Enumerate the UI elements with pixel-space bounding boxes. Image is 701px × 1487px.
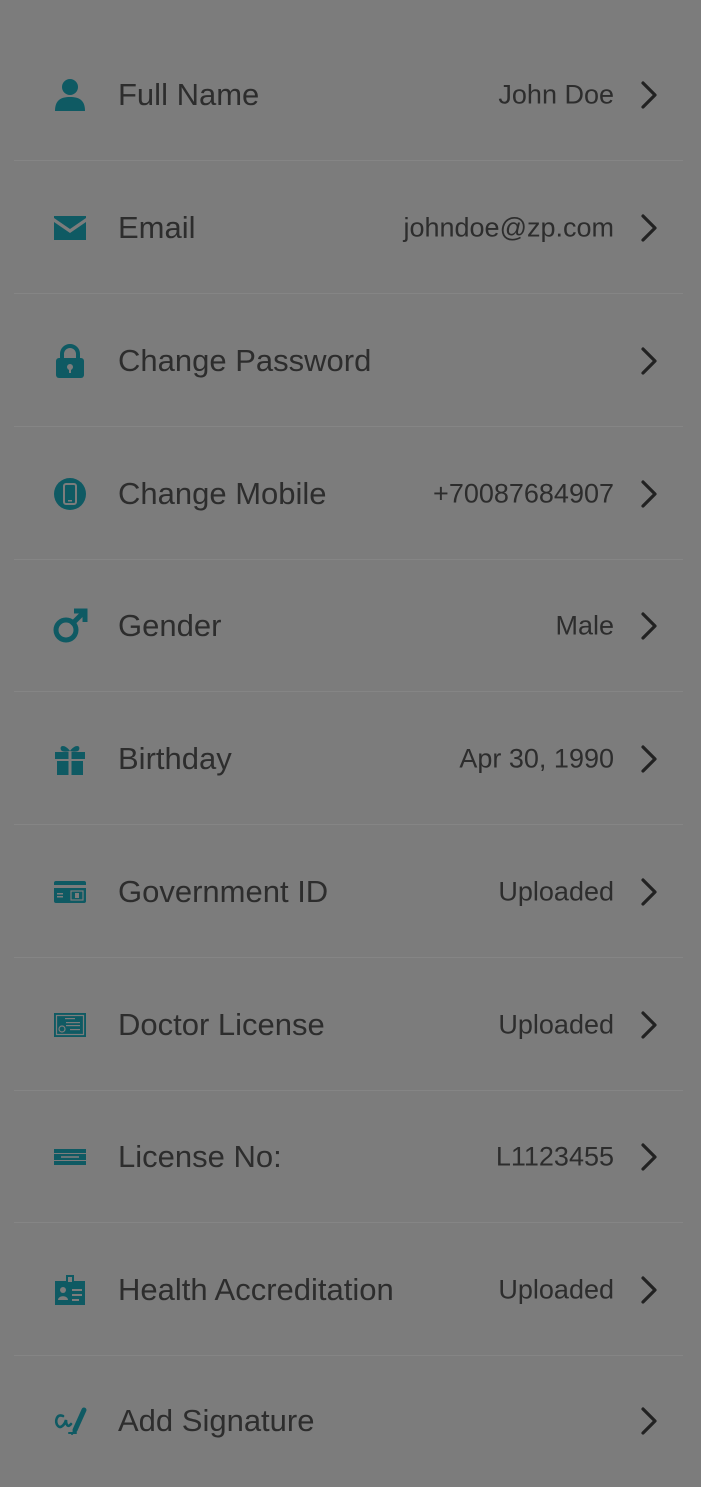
row-value: L1123455 bbox=[495, 1141, 614, 1172]
mobile-icon bbox=[52, 476, 88, 512]
row-government-id[interactable]: Government ID Uploaded bbox=[0, 826, 701, 958]
row-label: Change Mobile bbox=[118, 476, 327, 511]
certificate-icon bbox=[52, 1007, 88, 1043]
row-doctor-license[interactable]: Doctor License Uploaded bbox=[0, 959, 701, 1091]
row-label: Change Password bbox=[118, 343, 372, 378]
row-license-no[interactable]: License No: L1123455 bbox=[0, 1091, 701, 1223]
row-health-accreditation[interactable]: Health Accreditation Uploaded bbox=[0, 1224, 701, 1356]
row-value: John Doe bbox=[498, 79, 614, 110]
chevron-right-icon bbox=[641, 81, 657, 109]
divider bbox=[14, 691, 683, 692]
row-label: Government ID bbox=[118, 874, 329, 909]
row-label: Gender bbox=[118, 608, 222, 643]
divider bbox=[14, 293, 683, 294]
divider bbox=[14, 1222, 683, 1223]
row-label: Health Accreditation bbox=[118, 1272, 394, 1307]
row-add-signature[interactable]: Add Signature bbox=[0, 1355, 701, 1487]
row-full-name[interactable]: Full Name John Doe bbox=[0, 29, 701, 161]
license-plate-icon bbox=[52, 1139, 88, 1175]
signature-icon bbox=[52, 1403, 88, 1439]
chevron-right-icon bbox=[641, 1143, 657, 1171]
chevron-right-icon bbox=[641, 1407, 657, 1435]
chevron-right-icon bbox=[641, 480, 657, 508]
lock-icon bbox=[52, 343, 88, 379]
row-value: Apr 30, 1990 bbox=[459, 743, 614, 774]
chevron-right-icon bbox=[641, 612, 657, 640]
chevron-right-icon bbox=[641, 745, 657, 773]
row-gender[interactable]: Gender Male bbox=[0, 560, 701, 692]
divider bbox=[14, 160, 683, 161]
person-icon bbox=[52, 77, 88, 113]
row-value: Uploaded bbox=[498, 1009, 614, 1040]
row-value: johndoe@zp.com bbox=[403, 212, 614, 243]
chevron-right-icon bbox=[641, 1276, 657, 1304]
row-label: License No: bbox=[118, 1139, 282, 1174]
envelope-icon bbox=[52, 210, 88, 246]
row-label: Add Signature bbox=[118, 1403, 315, 1438]
row-birthday[interactable]: Birthday Apr 30, 1990 bbox=[0, 693, 701, 825]
row-change-mobile[interactable]: Change Mobile +70087684907 bbox=[0, 428, 701, 560]
chevron-right-icon bbox=[641, 214, 657, 242]
row-change-password[interactable]: Change Password bbox=[0, 295, 701, 427]
gift-icon bbox=[52, 741, 88, 777]
chevron-right-icon bbox=[641, 1011, 657, 1039]
row-value: Uploaded bbox=[498, 1274, 614, 1305]
row-label: Email bbox=[118, 210, 196, 245]
row-label: Full Name bbox=[118, 77, 260, 112]
chevron-right-icon bbox=[641, 878, 657, 906]
profile-settings-list: Full Name John Doe Email johndoe@zp.com … bbox=[0, 0, 701, 1472]
id-card-icon bbox=[52, 874, 88, 910]
divider bbox=[14, 957, 683, 958]
divider bbox=[14, 426, 683, 427]
row-label: Doctor License bbox=[118, 1007, 325, 1042]
male-icon bbox=[52, 608, 88, 644]
row-value: +70087684907 bbox=[433, 478, 614, 509]
row-email[interactable]: Email johndoe@zp.com bbox=[0, 162, 701, 294]
row-label: Birthday bbox=[118, 741, 232, 776]
divider bbox=[14, 824, 683, 825]
row-value: Uploaded bbox=[498, 876, 614, 907]
row-value: Male bbox=[555, 610, 614, 641]
badge-icon bbox=[52, 1272, 88, 1308]
chevron-right-icon bbox=[641, 347, 657, 375]
